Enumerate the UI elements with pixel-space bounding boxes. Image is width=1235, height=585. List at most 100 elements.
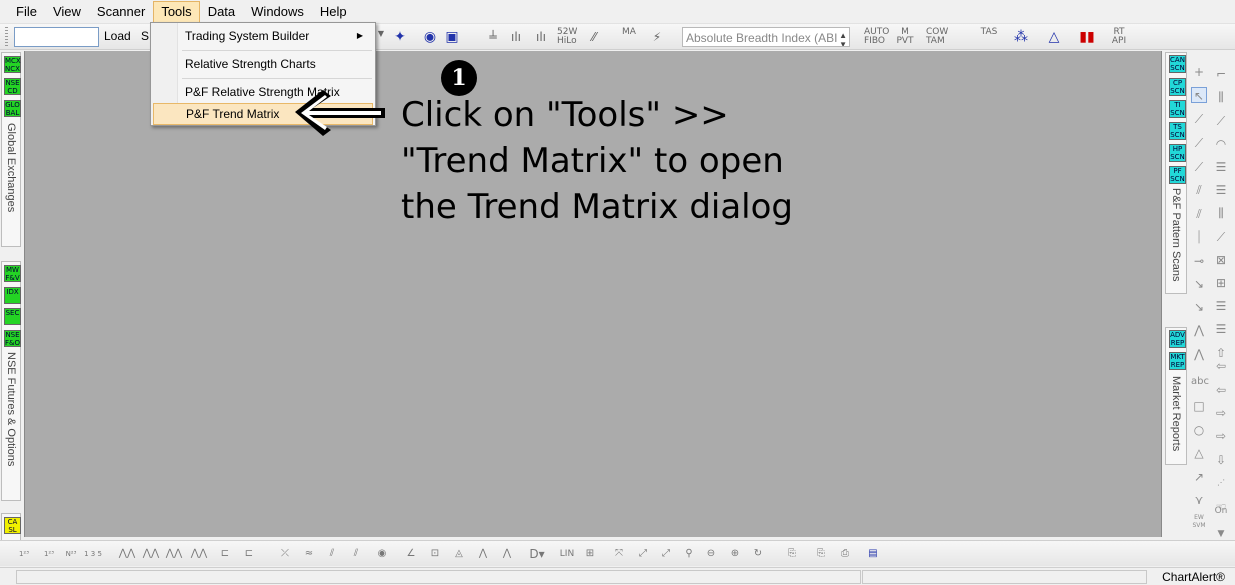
abc-icon[interactable]: ⋀: [498, 545, 516, 563]
wave-135-icon[interactable]: 1 3 5: [84, 545, 102, 563]
mcx-ncx-button[interactable]: MCX NCX: [4, 56, 21, 73]
menu-item-trading-system-builder[interactable]: Trading System Builder ▶: [180, 25, 373, 47]
arrow-down-icon[interactable]: ⇩: [1213, 452, 1229, 468]
window-icon[interactable]: ▣: [443, 28, 461, 46]
sl-channel-icon[interactable]: ⫽: [1191, 206, 1207, 222]
ew-svm-icon[interactable]: EW SVM: [1191, 514, 1207, 530]
period-line-icon[interactable]: ⌐: [1213, 66, 1229, 82]
paste-icon[interactable]: ⎘: [812, 545, 830, 563]
triangle-tool-icon[interactable]: △: [1191, 445, 1207, 461]
cross-lines-icon[interactable]: ⤫: [276, 545, 294, 563]
bars-color-icon[interactable]: ▮▮: [1078, 28, 1096, 46]
ca-sl-button[interactable]: CA SL: [4, 517, 21, 534]
market-reports-label[interactable]: Market Reports: [1170, 376, 1182, 451]
global-button[interactable]: GLO BAL: [4, 100, 21, 117]
zoom-out-icon[interactable]: ⊖: [702, 545, 720, 563]
wave-3-icon[interactable]: ⋀⋀: [165, 545, 183, 563]
abc-pattern-icon[interactable]: ⋀: [1191, 346, 1207, 362]
menu-view[interactable]: View: [45, 1, 89, 23]
rays-icon[interactable]: ⫽: [347, 545, 365, 563]
pattern-icon[interactable]: ⚡: [648, 28, 666, 46]
auto-fibo-icon[interactable]: AUTO FIBO: [864, 28, 889, 46]
ellipse-icon[interactable]: ○: [1191, 422, 1207, 438]
gann-grid-icon[interactable]: ⊠: [1213, 252, 1229, 268]
fit-icon[interactable]: ⤧: [610, 545, 628, 563]
s-button[interactable]: S: [141, 29, 149, 43]
horizontal-line-icon[interactable]: ⊸: [1191, 253, 1207, 269]
angle-icon[interactable]: ∠: [402, 545, 420, 563]
levels-icon[interactable]: ☰: [1213, 298, 1229, 314]
pf-pattern-scans-label[interactable]: P&F Pattern Scans: [1170, 188, 1182, 282]
ma-icon[interactable]: MA: [620, 28, 638, 46]
export-icon[interactable]: ▤: [864, 545, 882, 563]
sec-button[interactable]: SEC: [4, 308, 21, 325]
label-icon[interactable]: ⊏: [216, 545, 234, 563]
menu-file[interactable]: File: [8, 1, 45, 23]
load-button[interactable]: Load: [104, 29, 131, 43]
triangle-icon[interactable]: △: [1045, 28, 1063, 46]
toolbar-grip[interactable]: [5, 27, 8, 47]
channel-icon[interactable]: ⫽: [1191, 182, 1207, 198]
lin-scale-button[interactable]: LIN: [558, 545, 576, 563]
grid-toggle-icon[interactable]: ⊞: [581, 545, 599, 563]
nse-cd-button[interactable]: NSE CD: [4, 78, 21, 95]
cycle-tool-icon[interactable]: ⋎: [1191, 492, 1207, 508]
menu-help[interactable]: Help: [312, 1, 355, 23]
arrow-tool-icon[interactable]: ↗: [1191, 469, 1207, 485]
options-icon[interactable]: ◉: [373, 545, 391, 563]
sl-line-2-icon[interactable]: ⟋: [1191, 159, 1207, 175]
ms-tool-icon[interactable]: ↘: [1191, 299, 1207, 315]
elliott-icon[interactable]: ⋰: [1213, 475, 1229, 491]
pf-scn-button[interactable]: PF SCN: [1169, 166, 1186, 184]
network-icon[interactable]: ✦: [391, 28, 409, 46]
idx-button[interactable]: IDX: [4, 287, 21, 304]
sl-line-icon[interactable]: ⟋: [1191, 135, 1207, 151]
speed-lines-icon[interactable]: ⫼: [1213, 89, 1229, 105]
indicator-select[interactable]: Absolute Breadth Index (ABI ▲ ▼: [682, 27, 850, 47]
volume-icon[interactable]: ılı: [507, 28, 525, 46]
crosshair-icon[interactable]: +: [1191, 64, 1207, 80]
expand-icon[interactable]: ⤢: [634, 545, 652, 563]
arc-icon[interactable]: ◠: [1213, 136, 1229, 152]
copy-icon[interactable]: ⎘: [783, 545, 801, 563]
pointer-icon[interactable]: ↖: [1191, 87, 1207, 103]
trend-icon[interactable]: ⁄⁄: [585, 28, 603, 46]
wave-icon[interactable]: ⋀⋀: [118, 545, 136, 563]
levels-2-icon[interactable]: ☰: [1213, 321, 1229, 337]
fibo-ext-icon[interactable]: ☰: [1213, 182, 1229, 198]
bar-chart-icon[interactable]: ╧: [484, 28, 502, 46]
adv-rep-button[interactable]: ADV REP: [1169, 330, 1186, 348]
fullscreen-icon[interactable]: ⤢: [657, 545, 675, 563]
parallel-lines-icon[interactable]: ⫽: [323, 545, 341, 563]
wave-123-2-icon[interactable]: 1²³: [40, 545, 58, 563]
wave-123-3-icon[interactable]: N²³: [62, 545, 80, 563]
abc-wave-icon[interactable]: ⋀: [474, 545, 492, 563]
rectangle-icon[interactable]: □: [1191, 398, 1207, 414]
vertical-line-icon[interactable]: ⏐: [1191, 229, 1207, 245]
ti-scn-button[interactable]: TI SCN: [1169, 100, 1186, 118]
fan-icon[interactable]: ⟋: [1213, 113, 1229, 129]
on-toggle[interactable]: On: [1213, 503, 1229, 519]
box-icon[interactable]: ⊡: [426, 545, 444, 563]
rt-api-icon[interactable]: RT API: [1110, 28, 1128, 46]
print-icon[interactable]: ⎙: [836, 545, 854, 563]
wave-lines-icon[interactable]: ≈: [300, 545, 318, 563]
text-tool-icon[interactable]: abc: [1191, 374, 1209, 390]
wave-4-icon[interactable]: ⋀⋀: [190, 545, 208, 563]
nse-fo-label[interactable]: NSE Futures & Options: [5, 352, 17, 466]
tas-icon[interactable]: TAS: [980, 28, 998, 46]
menu-windows[interactable]: Windows: [243, 1, 312, 23]
fibo-time-icon[interactable]: ⫼: [1213, 205, 1229, 221]
refresh-icon[interactable]: ↻: [749, 545, 767, 563]
indicator-icon[interactable]: ⁂: [1012, 28, 1030, 46]
ab-tool-icon[interactable]: ⋀: [1191, 322, 1207, 338]
arrow-right-icon[interactable]: ⇨: [1213, 405, 1229, 421]
zoom-in-icon[interactable]: ⊕: [726, 545, 744, 563]
52w-hilo-icon[interactable]: 52W HiLo: [557, 28, 577, 46]
ts-scn-button[interactable]: TS SCN: [1169, 122, 1186, 140]
fibo-retrace-icon[interactable]: ☰: [1213, 159, 1229, 175]
menu-item-relative-strength-charts[interactable]: Relative Strength Charts: [180, 53, 373, 75]
arrow-left-icon[interactable]: ⇦: [1213, 358, 1229, 374]
arrow-left-2-icon[interactable]: ⇦: [1213, 382, 1229, 398]
ns-tool-icon[interactable]: ↘: [1191, 276, 1207, 292]
